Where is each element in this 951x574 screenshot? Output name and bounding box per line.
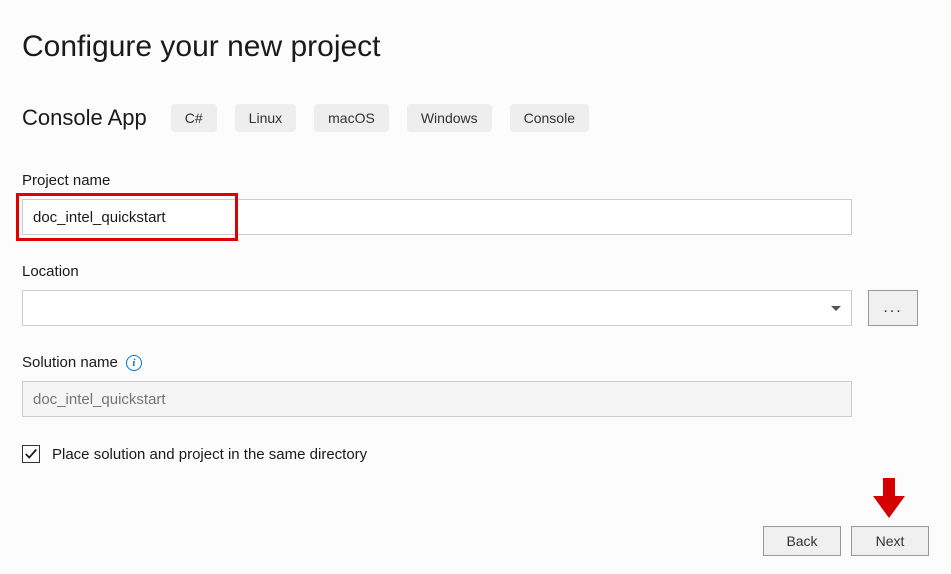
- location-label: Location: [22, 263, 929, 280]
- template-tag: macOS: [314, 104, 389, 132]
- nav-button-row: Back Next: [763, 526, 929, 556]
- page-title: Configure your new project: [22, 30, 929, 64]
- solution-name-label-text: Solution name: [22, 354, 118, 371]
- checkmark-icon: [24, 447, 38, 461]
- project-name-label: Project name: [22, 172, 929, 189]
- next-button[interactable]: Next: [851, 526, 929, 556]
- project-name-input[interactable]: [22, 199, 852, 235]
- solution-name-label: Solution name i: [22, 354, 929, 371]
- template-tag: Windows: [407, 104, 492, 132]
- template-tag: Linux: [235, 104, 296, 132]
- template-info-row: Console App C# Linux macOS Windows Conso…: [22, 104, 929, 132]
- template-tag: C#: [171, 104, 217, 132]
- project-name-group: Project name: [22, 172, 929, 235]
- info-icon[interactable]: i: [126, 355, 142, 371]
- back-button[interactable]: Back: [763, 526, 841, 556]
- chevron-down-icon: [831, 306, 841, 311]
- annotation-arrow-icon: [869, 476, 909, 520]
- browse-button[interactable]: ...: [868, 290, 918, 326]
- same-directory-checkbox[interactable]: [22, 445, 40, 463]
- solution-name-input: [22, 381, 852, 417]
- template-tag: Console: [510, 104, 589, 132]
- same-directory-row: Place solution and project in the same d…: [22, 445, 929, 463]
- template-name: Console App: [22, 105, 147, 131]
- location-group: Location ...: [22, 263, 929, 326]
- same-directory-label: Place solution and project in the same d…: [52, 446, 367, 463]
- location-select[interactable]: [22, 290, 852, 326]
- solution-name-group: Solution name i: [22, 354, 929, 417]
